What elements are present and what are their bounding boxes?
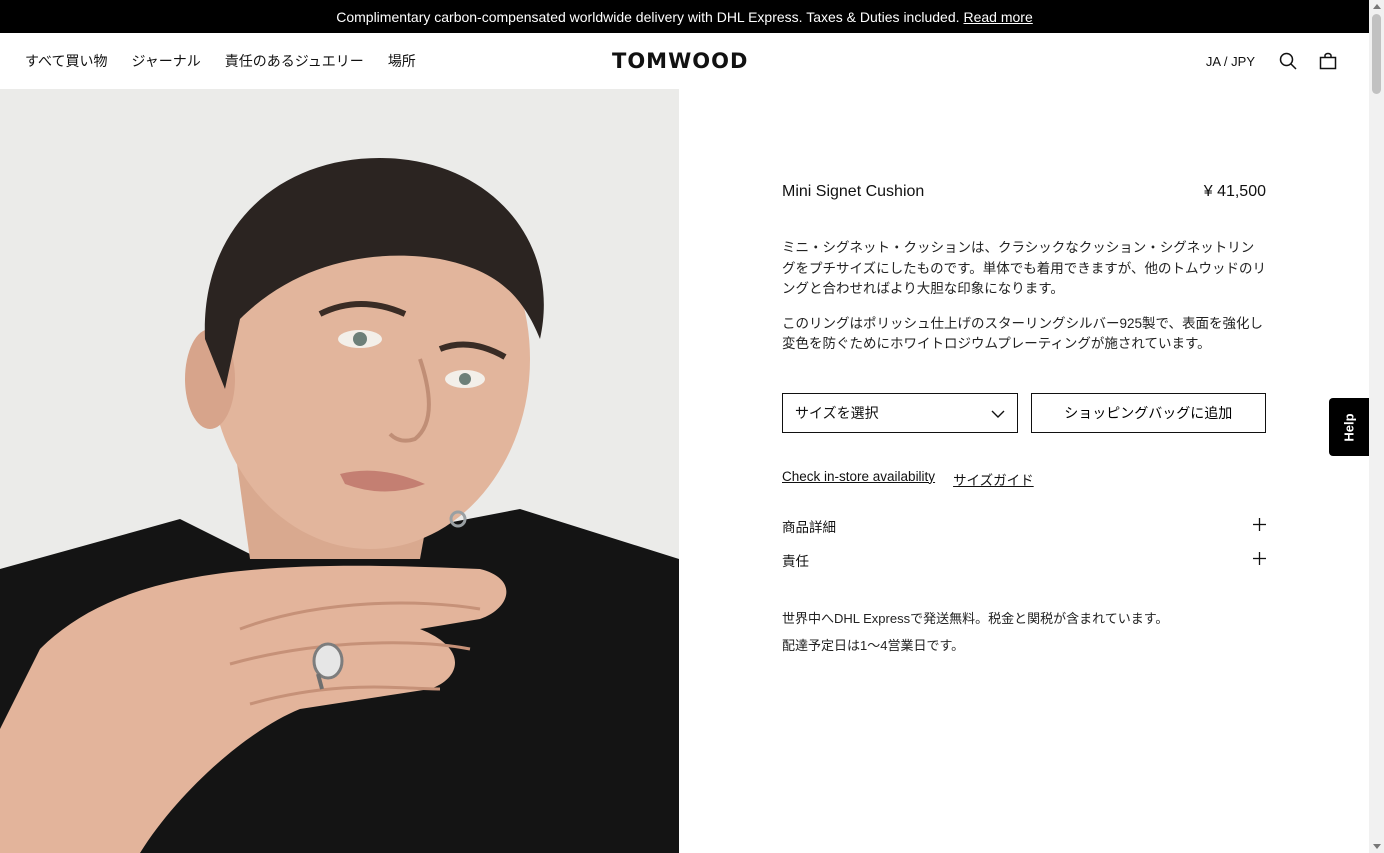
scroll-up-arrow-icon[interactable] xyxy=(1373,4,1381,9)
search-icon[interactable] xyxy=(1277,50,1299,72)
scroll-down-arrow-icon[interactable] xyxy=(1373,844,1381,849)
product-info: Mini Signet Cushion ¥ 41,500 ミニ・シグネット・クッ… xyxy=(782,183,1266,659)
accordion-product-details[interactable]: 商品詳細 xyxy=(782,509,1266,543)
purchase-actions: サイズを選択 ショッピングバッグに追加 xyxy=(782,392,1266,433)
read-more-link[interactable]: Read more xyxy=(964,9,1033,25)
help-button[interactable]: Help xyxy=(1329,398,1369,456)
nav-shop-all[interactable]: すべて買い物 xyxy=(25,51,107,71)
nav-responsible-jewellery[interactable]: 責任のあるジュエリー xyxy=(225,51,364,71)
help-label: Help xyxy=(1341,412,1357,442)
accordion-details-label: 商品詳細 xyxy=(782,519,836,535)
nav-locations[interactable]: 場所 xyxy=(388,51,416,71)
brand-logo[interactable]: TOMWOOD xyxy=(612,49,748,73)
header-actions: JA / JPY xyxy=(1206,33,1339,89)
plus-icon xyxy=(1253,517,1266,534)
scrollbar[interactable] xyxy=(1369,0,1384,853)
nav-journal[interactable]: ジャーナル xyxy=(131,51,200,71)
shipping-line-2: 配達予定日は1〜4営業日です。 xyxy=(782,637,965,653)
description-paragraph-2: このリングはポリッシュ仕上げのスターリングシルバー925製で、表面を強化し変色を… xyxy=(782,315,1263,352)
shipping-info: 世界中へDHL Expressで発送無料。税金と関税が含まれています。 配達予定… xyxy=(782,605,1266,659)
scroll-thumb[interactable] xyxy=(1372,14,1381,94)
store-availability-link[interactable]: Check in-store availability xyxy=(782,469,935,489)
accordion-responsibility[interactable]: 責任 xyxy=(782,543,1266,577)
main-nav: すべて買い物 ジャーナル 責任のあるジュエリー 場所 xyxy=(25,33,416,89)
locale-selector[interactable]: JA / JPY xyxy=(1206,54,1255,69)
description-paragraph-1: ミニ・シグネット・クッションは、クラシックなクッション・シグネットリングをプチサ… xyxy=(782,240,1266,296)
accordion-responsibility-label: 責任 xyxy=(782,553,809,569)
product-price: ¥ 41,500 xyxy=(1203,183,1266,200)
add-to-bag-button[interactable]: ショッピングバッグに追加 xyxy=(1030,392,1266,433)
product-image[interactable] xyxy=(0,89,679,853)
size-select-label: サイズを選択 xyxy=(795,404,879,421)
product-title-row: Mini Signet Cushion ¥ 41,500 xyxy=(782,183,1266,201)
product-name: Mini Signet Cushion xyxy=(782,183,925,200)
product-accordion: 商品詳細 責任 xyxy=(782,509,1266,577)
product-description: ミニ・シグネット・クッションは、クラシックなクッション・シグネットリングをプチサ… xyxy=(782,238,1266,355)
size-select[interactable]: サイズを選択 xyxy=(782,392,1018,433)
product-links: Check in-store availability サイズガイド xyxy=(782,469,1266,489)
plus-icon xyxy=(1253,551,1266,568)
chevron-down-icon xyxy=(991,405,1005,421)
announcement-bar: Complimentary carbon-compensated worldwi… xyxy=(0,0,1369,33)
site-header: すべて買い物 ジャーナル 責任のあるジュエリー 場所 TOMWOOD JA / … xyxy=(0,33,1369,89)
size-guide-link[interactable]: サイズガイド xyxy=(953,469,1034,489)
shipping-line-1: 世界中へDHL Expressで発送無料。税金と関税が含まれています。 xyxy=(782,610,1169,626)
shopping-bag-icon[interactable] xyxy=(1317,50,1339,72)
announcement-text: Complimentary carbon-compensated worldwi… xyxy=(336,8,960,25)
